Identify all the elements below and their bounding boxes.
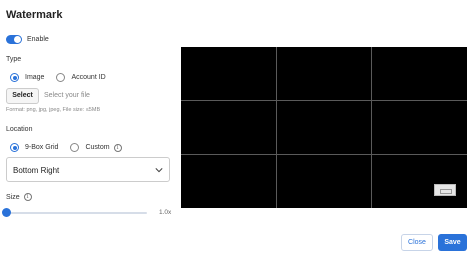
size-slider-track[interactable] xyxy=(7,212,147,214)
chevron-down-icon xyxy=(155,168,163,173)
save-button[interactable]: Save xyxy=(438,234,467,251)
dropdown-value: Bottom Right xyxy=(13,166,60,175)
radio-custom-label: Custom xyxy=(85,144,110,151)
info-icon[interactable]: i xyxy=(23,193,32,201)
size-slider-thumb[interactable] xyxy=(2,208,11,217)
location-radio-group: 9-Box Grid Custom i xyxy=(10,143,122,152)
size-label: Size xyxy=(6,193,20,201)
enable-label: Enable xyxy=(27,36,49,43)
watermark-image-icon[interactable] xyxy=(434,184,456,196)
type-radio-group: Image Account ID xyxy=(10,73,118,82)
grid-line xyxy=(371,47,372,208)
grid-line xyxy=(276,47,277,208)
enable-row: Enable xyxy=(6,35,49,44)
select-file-button[interactable]: Select xyxy=(6,88,39,104)
dialog-title: Watermark xyxy=(6,9,63,21)
size-value: 1.0x xyxy=(159,209,172,216)
radio-image[interactable] xyxy=(10,73,19,82)
radio-9-box-grid-label: 9-Box Grid xyxy=(25,144,59,151)
enable-toggle[interactable] xyxy=(6,35,22,44)
close-button[interactable]: Close xyxy=(401,234,433,251)
location-section-label: Location xyxy=(6,126,33,133)
radio-account-id-label: Account ID xyxy=(71,74,106,81)
location-dropdown[interactable]: Bottom Right xyxy=(6,157,170,182)
watermark-preview xyxy=(181,47,467,208)
format-hint: Format: png, jpg, jpeg, File size: ≤5MB xyxy=(6,107,101,113)
radio-9-box-grid[interactable] xyxy=(10,143,19,152)
size-label-row: Size i xyxy=(6,193,32,201)
info-icon[interactable]: i xyxy=(113,143,122,152)
type-section-label: Type xyxy=(6,56,22,63)
grid-line xyxy=(181,154,467,155)
radio-account-id[interactable] xyxy=(56,73,66,82)
file-placeholder: Select your file xyxy=(44,92,90,99)
radio-custom[interactable] xyxy=(70,143,80,152)
radio-image-label: Image xyxy=(25,74,45,81)
grid-line xyxy=(181,100,467,101)
